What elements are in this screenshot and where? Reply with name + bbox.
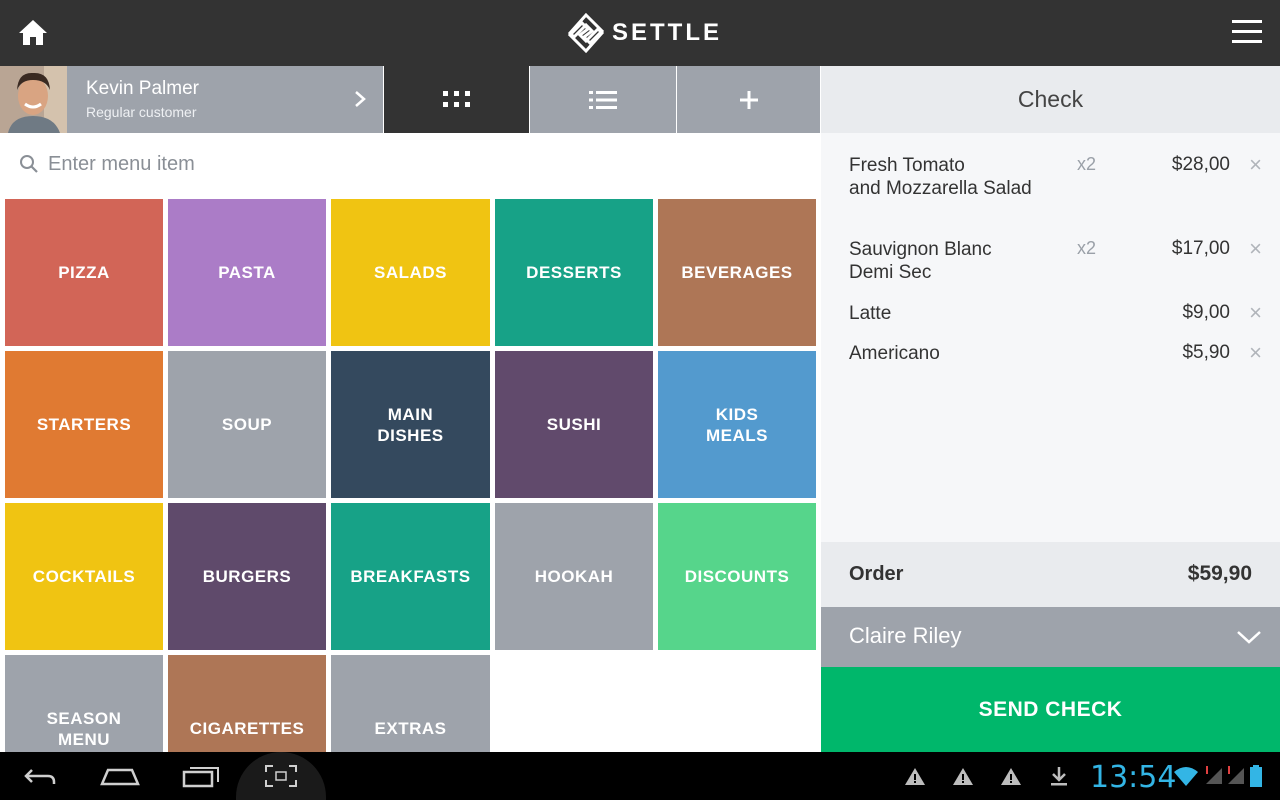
customer-bar: Kevin Palmer Regular customer <box>0 66 820 133</box>
check-item: Fresh Tomato and Mozzarella Salad x2 $28,0… <box>821 154 1280 204</box>
check-item-price: $28,00 <box>1171 154 1230 175</box>
check-item-qty: x2 <box>1077 154 1097 174</box>
category-tile-extras[interactable]: EXTRAS <box>331 655 490 752</box>
check-item-price: $9,00 <box>1182 302 1230 323</box>
check-item-name: Americano <box>849 343 940 364</box>
chevron-right-icon <box>355 91 366 107</box>
send-check-button[interactable]: SEND CHECK <box>821 667 1280 752</box>
check-item-price: $5,90 <box>1182 342 1230 363</box>
category-tile-cocktails[interactable]: COCKTAILS <box>5 503 163 650</box>
back-icon[interactable] <box>22 764 58 788</box>
check-item-name: Latte <box>849 303 892 324</box>
screenshot-button[interactable] <box>236 752 326 800</box>
settle-logo-icon <box>568 13 604 53</box>
category-tile-kids-meals[interactable]: KIDS MEALS <box>658 351 816 498</box>
order-total: $59,90 <box>1187 562 1252 585</box>
check-item-price: $17,00 <box>1171 238 1230 259</box>
hamburger-menu-icon[interactable] <box>1232 20 1262 44</box>
remove-item-icon[interactable]: × <box>1249 342 1262 364</box>
category-tile-breakfasts[interactable]: BREAKFASTS <box>331 503 490 650</box>
list-icon <box>589 90 617 109</box>
battery-icon <box>1250 765 1262 787</box>
order-label: Order <box>849 563 904 585</box>
remove-item-icon[interactable]: × <box>1249 238 1262 260</box>
download-icon <box>1051 767 1067 786</box>
category-tile-cigarettes[interactable]: CIGARETTES <box>168 655 326 752</box>
check-item-qty: x2 <box>1077 238 1097 258</box>
category-tile-pasta[interactable]: PASTA <box>168 199 326 346</box>
search-input[interactable] <box>48 147 788 181</box>
search-icon <box>20 155 38 173</box>
grid-icon <box>442 90 470 107</box>
category-tile-hookah[interactable]: HOOKAH <box>495 503 653 650</box>
warning-icon <box>953 768 973 785</box>
recent-apps-icon[interactable] <box>182 764 220 788</box>
home-nav-icon[interactable] <box>100 764 140 788</box>
remove-item-icon[interactable]: × <box>1249 154 1262 176</box>
brand-name: SETTLE <box>612 19 723 46</box>
signal-icon <box>1206 766 1222 784</box>
chevron-down-icon <box>1237 631 1261 644</box>
check-item: Americano $5,90 × <box>821 342 1280 392</box>
customer-type: Regular customer <box>86 104 197 120</box>
check-item-name: Fresh Tomato and Mozzarella Salad <box>849 155 1032 199</box>
grid-view-button[interactable] <box>384 66 529 133</box>
warning-icon <box>1001 768 1021 785</box>
plus-icon <box>739 90 758 109</box>
category-tile-soup[interactable]: SOUP <box>168 351 326 498</box>
wifi-icon <box>1174 767 1198 786</box>
signal-icon <box>1228 766 1244 784</box>
home-icon[interactable] <box>16 16 50 50</box>
check-item-name: Sauvignon Blanc Demi Sec <box>849 239 992 283</box>
category-tile-main-dishes[interactable]: MAIN DISHES <box>331 351 490 498</box>
customer-avatar <box>0 66 67 133</box>
warning-icon <box>905 768 925 785</box>
check-title: Check <box>821 66 1280 133</box>
top-bar: SETTLE <box>0 0 1280 66</box>
check-panel: Check Fresh Tomato and Mozzarella Salad x… <box>821 66 1280 752</box>
customer-selector[interactable]: Kevin Palmer Regular customer <box>0 66 383 133</box>
category-tile-discounts[interactable]: DISCOUNTS <box>658 503 816 650</box>
remove-item-icon[interactable]: × <box>1249 302 1262 324</box>
add-item-button[interactable] <box>677 66 820 133</box>
check-item: Sauvignon Blanc Demi Sec x2 $17,00 × <box>821 238 1280 288</box>
screenshot-icon <box>265 765 297 787</box>
waiter-selector[interactable]: Claire Riley <box>821 607 1280 667</box>
category-tile-sushi[interactable]: SUSHI <box>495 351 653 498</box>
waiter-name: Claire Riley <box>849 623 962 648</box>
category-tile-beverages[interactable]: BEVERAGES <box>658 199 816 346</box>
system-nav-bar: 13:54 <box>0 752 1280 800</box>
order-summary: Order $59,90 <box>821 542 1280 607</box>
brand-logo: SETTLE <box>568 13 722 53</box>
list-view-button[interactable] <box>530 66 676 133</box>
category-grid: PIZZA PASTA SALADS DESSERTS BEVERAGES STARTER… <box>0 195 820 752</box>
category-tile-season-menu[interactable]: SEASON MENU <box>5 655 163 752</box>
category-tile-salads[interactable]: SALADS <box>331 199 490 346</box>
category-tile-starters[interactable]: STARTERS <box>5 351 163 498</box>
clock: 13:54 <box>1090 760 1177 795</box>
customer-name: Kevin Palmer <box>86 78 199 99</box>
category-tile-burgers[interactable]: BURGERS <box>168 503 326 650</box>
menu-search <box>0 133 820 195</box>
category-tile-desserts[interactable]: DESSERTS <box>495 199 653 346</box>
category-tile-pizza[interactable]: PIZZA <box>5 199 163 346</box>
